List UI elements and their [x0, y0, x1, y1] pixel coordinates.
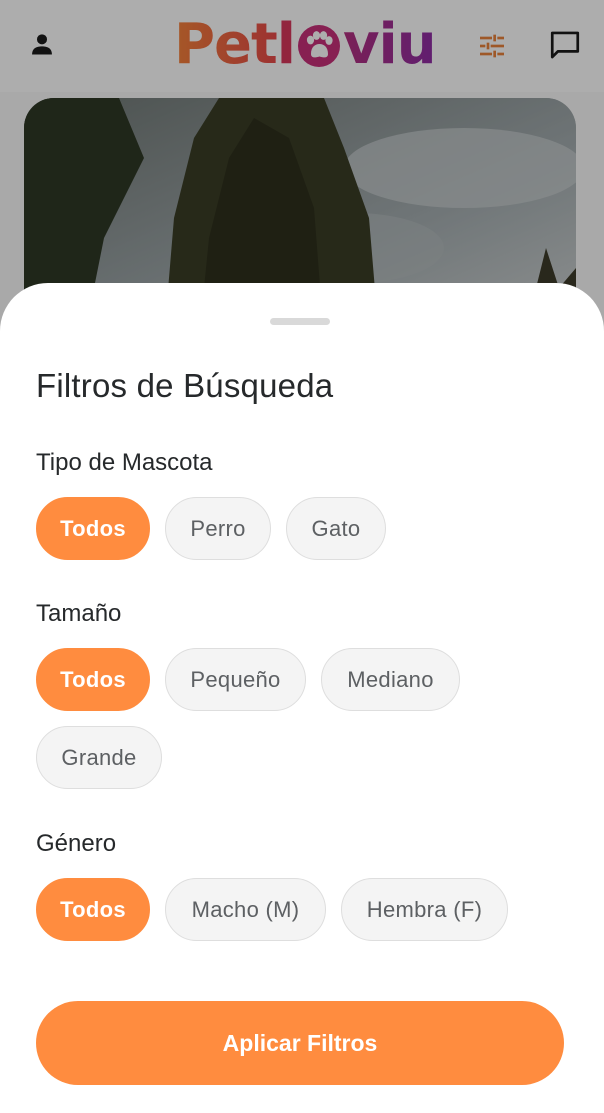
sheet-drag-handle[interactable]	[270, 318, 330, 325]
sheet-title: Filtros de Búsqueda	[36, 367, 334, 404]
chip-pet-type-dog[interactable]: Perro	[165, 497, 271, 560]
section-label-gender: Género	[36, 830, 117, 857]
chip-size-large[interactable]: Grande	[36, 726, 162, 789]
chip-gender-male[interactable]: Macho (M)	[165, 878, 326, 941]
filters-bottom-sheet: Filtros de Búsqueda Tipo de Mascota Todo…	[0, 283, 604, 1113]
chip-size-small[interactable]: Pequeño	[165, 648, 306, 711]
chip-gender-female[interactable]: Hembra (F)	[341, 878, 508, 941]
screen: Pet l viu Filtros de Búsqueda Tipo de Ma…	[0, 0, 604, 1113]
chip-gender-all[interactable]: Todos	[36, 878, 150, 941]
chip-pet-type-all[interactable]: Todos	[36, 497, 150, 560]
section-label-size: Tamaño	[36, 600, 122, 627]
chip-size-all[interactable]: Todos	[36, 648, 150, 711]
chip-pet-type-cat[interactable]: Gato	[286, 497, 386, 560]
chip-size-medium[interactable]: Mediano	[321, 648, 460, 711]
apply-filters-button[interactable]: Aplicar Filtros	[36, 1001, 564, 1085]
section-label-pet-type: Tipo de Mascota	[36, 449, 213, 476]
